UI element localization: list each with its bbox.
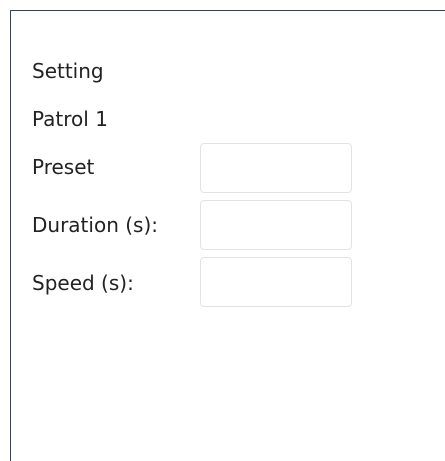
speed-input[interactable] xyxy=(200,257,352,307)
preset-input[interactable] xyxy=(200,143,352,193)
duration-input[interactable] xyxy=(200,200,352,250)
setting-title: Setting xyxy=(32,59,104,83)
duration-label: Duration (s): xyxy=(32,213,158,237)
preset-label: Preset xyxy=(32,155,95,179)
setting-panel: Setting Patrol 1 Preset Duration (s): Sp… xyxy=(10,10,445,461)
speed-label: Speed (s): xyxy=(32,271,134,295)
patrol-title: Patrol 1 xyxy=(32,107,108,131)
